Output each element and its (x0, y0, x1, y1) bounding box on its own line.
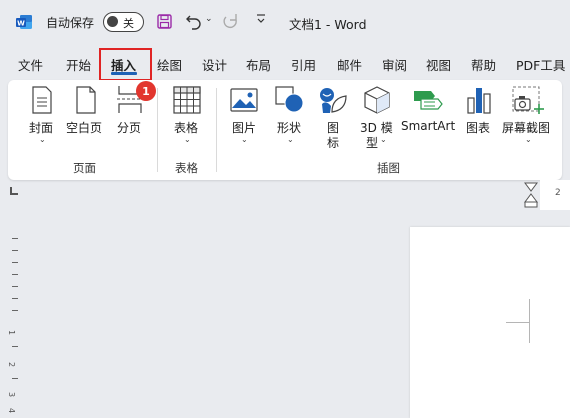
chart-label: 图表 (466, 121, 491, 135)
vertical-ruler-number: 1 (7, 329, 17, 336)
table-dropdown-icon: ⌄ (184, 135, 191, 144)
shapes-icon (275, 86, 304, 113)
svg-text:W: W (17, 20, 25, 28)
vertical-ruler: 1 2 3 4 (0, 210, 30, 418)
chart-icon (467, 88, 491, 114)
group-separator (216, 88, 217, 172)
ruler-tick (12, 378, 18, 379)
table-button[interactable]: 表格 ⌄ (168, 86, 206, 146)
horizontal-ruler-number: 2 (555, 188, 561, 198)
cover-page-icon (32, 86, 52, 114)
group-label-tables: 表格 (175, 161, 198, 175)
toggle-knob (107, 16, 118, 27)
horizontal-ruler (0, 180, 570, 210)
blank-page-button[interactable]: 空白页 (66, 86, 106, 136)
shapes-label: 形状 (277, 121, 302, 135)
ribbon-tabs: 文件 开始 插入 绘图 设计 布局 引用 邮件 审阅 视图 帮助 PDF工具 (0, 50, 570, 76)
autosave-toggle[interactable]: 关 (103, 12, 144, 32)
tab-file[interactable]: 文件 (18, 55, 43, 74)
redo-icon[interactable] (222, 12, 240, 30)
pictures-button[interactable]: 图片 ⌄ (228, 86, 260, 146)
ruler-tick (12, 298, 18, 299)
smartart-icon (414, 91, 443, 110)
pictures-dropdown-icon: ⌄ (241, 135, 248, 144)
table-label: 表格 (174, 121, 199, 135)
cover-button[interactable]: 封面 ⌄ (26, 86, 58, 146)
screenshot-button[interactable]: 屏幕截图 ⌄ (502, 86, 554, 146)
group-separator (157, 88, 158, 172)
ruler-tick (12, 346, 18, 347)
page-break-label: 分页 (117, 121, 142, 135)
smartart-button[interactable]: SmartArt (401, 86, 455, 136)
ruler-tick (12, 310, 18, 311)
chart-button[interactable]: 图表 (464, 86, 494, 136)
tab-view[interactable]: 视图 (426, 55, 451, 74)
indent-marker-icon[interactable] (524, 182, 538, 208)
ruler-tick (12, 238, 18, 239)
tab-draw[interactable]: 绘图 (157, 55, 182, 74)
title-bar: W 自动保存 关 ⌄ 文档1 - Word (0, 0, 570, 44)
undo-dropdown-icon[interactable]: ⌄ (205, 14, 213, 24)
icons-label-line2: 标 (327, 136, 340, 150)
annotation-highlight-box (99, 48, 152, 81)
group-label-illustrations: 插图 (377, 161, 400, 175)
pictures-label: 图片 (232, 121, 257, 135)
cover-label: 封面 (29, 121, 54, 135)
tab-stop-selector[interactable] (10, 187, 18, 195)
ruler-tick (12, 262, 18, 263)
tab-pdf-tools[interactable]: PDF工具 (516, 55, 565, 74)
icons-icon (320, 88, 347, 113)
screenshot-dropdown-icon: ⌄ (525, 135, 532, 144)
tab-help[interactable]: 帮助 (471, 55, 496, 74)
screenshot-icon (512, 86, 544, 114)
cover-dropdown-icon: ⌄ (39, 135, 46, 144)
picture-icon (230, 88, 258, 112)
3d-models-button[interactable]: 3D 模 型 ⌄ (358, 86, 396, 152)
tab-home[interactable]: 开始 (66, 55, 91, 74)
step-badge: 1 (136, 81, 156, 101)
ruler-tick (12, 274, 18, 275)
tab-review[interactable]: 审阅 (382, 55, 407, 74)
word-logo-icon: W (16, 15, 32, 29)
blank-page-icon (76, 86, 96, 114)
document-page[interactable] (410, 227, 570, 418)
blank-page-label: 空白页 (66, 121, 103, 135)
tab-references[interactable]: 引用 (291, 55, 316, 74)
shapes-dropdown-icon: ⌄ (287, 135, 294, 144)
save-icon[interactable] (157, 14, 172, 29)
margin-corner-mark (506, 322, 530, 323)
ruler-tick (12, 250, 18, 251)
3d-models-dropdown-icon: ⌄ (380, 135, 387, 144)
margin-corner-mark (529, 299, 530, 343)
vertical-ruler-number: 2 (7, 361, 17, 368)
tab-design[interactable]: 设计 (202, 55, 227, 74)
vertical-ruler-number: 4 (7, 407, 17, 414)
shapes-button[interactable]: 形状 ⌄ (273, 86, 307, 146)
smartart-label: SmartArt (401, 119, 456, 133)
undo-icon[interactable] (185, 12, 203, 30)
document-title: 文档1 - Word (289, 17, 367, 32)
vertical-ruler-number: 3 (7, 391, 17, 398)
group-label-pages: 页面 (73, 161, 96, 175)
table-icon (173, 86, 201, 114)
ruler-tick (12, 286, 18, 287)
autosave-label: 自动保存 (46, 16, 95, 30)
cube-icon (364, 86, 390, 114)
autosave-state: 关 (123, 17, 134, 30)
tab-layout[interactable]: 布局 (246, 55, 271, 74)
tab-mailings[interactable]: 邮件 (337, 55, 362, 74)
3d-models-label-line2: 型 (366, 136, 379, 150)
icons-button[interactable]: 图 标 (317, 86, 349, 152)
screenshot-label: 屏幕截图 (502, 121, 551, 135)
customize-toolbar-icon[interactable] (256, 13, 266, 25)
